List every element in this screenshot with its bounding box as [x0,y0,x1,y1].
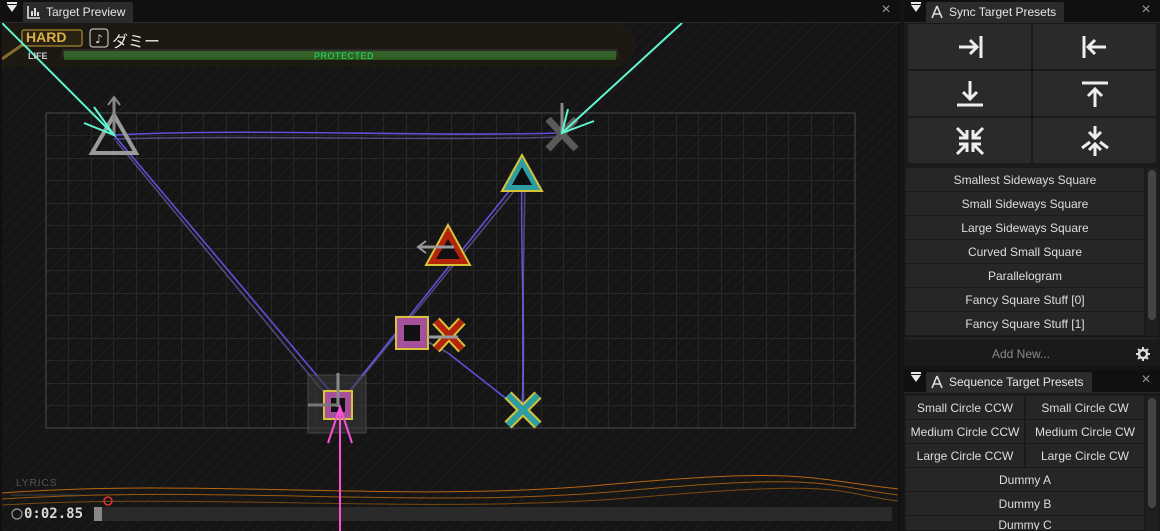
sync-presets-panel: Sync Target Presets × Smallest Sideways … [904,0,1160,366]
preset-item[interactable]: Large Circle CCW [906,444,1024,467]
close-icon[interactable]: × [1139,2,1153,18]
preset-item[interactable]: Fancy Square Stuff [0] [906,288,1144,311]
tab-label: Target Preview [46,5,126,19]
tab-label: Sync Target Presets [949,5,1057,19]
add-new-button[interactable]: Add New... [906,342,1136,366]
life-status: PROTECTED [314,51,375,61]
playback-time: 0:02.85 [24,506,84,522]
preset-item[interactable]: Dummy C [906,516,1144,530]
preset-item[interactable]: Curved Small Square [906,240,1144,263]
target-preview-panel: Target Preview × ♪ HARD ダミー LIFE PROTECT… [0,0,900,531]
preview-stage[interactable]: ♪ HARD ダミー LIFE PROTECTED LYRICS 0:02.85 [2,23,898,531]
preset-row: Large Circle CCW Large Circle CW [906,444,1144,467]
sequence-presets-panel: Sequence Target Presets × Small Circle C… [904,370,1160,531]
preset-item[interactable]: Large Sideways Square [906,216,1144,239]
gear-icon[interactable] [1136,347,1150,361]
align-left-icon [1082,35,1106,58]
align-top-icon [1081,81,1108,107]
life-label: LIFE [28,51,48,61]
scroll-thumb[interactable] [1148,398,1156,508]
preset-item[interactable]: Medium Circle CCW [906,420,1024,443]
panel-menu-icon[interactable] [911,372,921,382]
align-bottom-icon [956,80,983,106]
tab-target-preview[interactable]: Target Preview [23,2,134,22]
preview-canvas: ♪ [2,23,898,531]
align-right-button[interactable] [908,24,1031,69]
sequence-preset-list: Small Circle CCW Small Circle CW Medium … [906,396,1144,531]
collapse-icon [955,126,984,155]
tab-label: Sequence Target Presets [949,375,1084,389]
sequence-tabbar: Sequence Target Presets × [904,370,1160,393]
tab-sequence-presets[interactable]: Sequence Target Presets [926,372,1092,392]
preset-item[interactable]: Medium Circle CW [1026,420,1144,443]
align-left-button[interactable] [1033,24,1156,69]
preset-item[interactable]: Dummy B [906,492,1144,515]
sync-preset-list: Smallest Sideways Square Small Sideways … [906,168,1144,336]
preset-item[interactable]: Fancy Square Stuff [1] [906,312,1144,335]
close-icon[interactable]: × [1139,372,1153,388]
sequence-scrollbar[interactable] [1146,396,1158,531]
preset-item[interactable]: Small Sideways Square [906,192,1144,215]
song-title: ダミー [112,34,161,51]
preset-row: Medium Circle CCW Medium Circle CW [906,420,1144,443]
align-top-button[interactable] [1033,71,1156,116]
compass-icon [931,375,943,389]
difficulty-label: HARD [26,29,67,45]
preset-item[interactable]: Parallelogram [906,264,1144,287]
panel-menu-icon[interactable] [911,2,921,12]
sync-tabbar: Sync Target Presets × [904,0,1160,23]
preset-item[interactable]: Large Circle CW [1026,444,1144,467]
tab-sync-presets[interactable]: Sync Target Presets [926,2,1065,22]
square-target[interactable] [395,316,429,350]
close-icon[interactable]: × [879,2,893,18]
svg-text:♪: ♪ [95,32,103,46]
lyrics-label: LYRICS [16,478,58,489]
preset-item[interactable]: Dummy A [906,468,1144,491]
chart-icon [27,6,40,19]
stack-vertical-button[interactable] [1033,118,1156,163]
preset-row: Small Circle CCW Small Circle CW [906,396,1144,419]
collapse-center-button[interactable] [908,118,1031,163]
preset-item[interactable]: Smallest Sideways Square [906,168,1144,191]
stack-icon [1080,125,1109,156]
align-buttons [908,24,1156,163]
preset-item[interactable]: Small Circle CCW [906,396,1024,419]
scroll-thumb[interactable] [1148,170,1156,320]
align-bottom-button[interactable] [908,71,1031,116]
panel-menu-icon[interactable] [7,2,17,12]
sync-scrollbar[interactable] [1146,168,1158,336]
preset-item[interactable]: Small Circle CW [1026,396,1144,419]
compass-icon [931,5,943,19]
align-right-icon [958,35,982,58]
preview-tabbar: Target Preview × [0,0,900,23]
selected-square-target[interactable] [307,373,367,434]
